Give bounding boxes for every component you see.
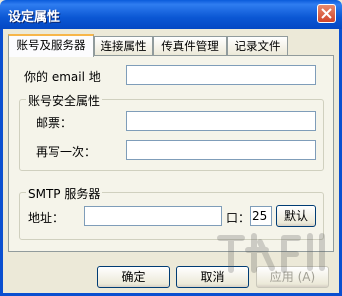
email-field[interactable]	[126, 65, 316, 85]
smtp-port-field[interactable]	[250, 206, 272, 226]
tab-label: 连接属性	[100, 39, 147, 53]
close-icon	[321, 8, 332, 19]
password-field[interactable]	[126, 111, 316, 131]
tab-fax-management[interactable]: 传真件管理	[153, 36, 227, 55]
default-port-button[interactable]: 默认	[276, 205, 316, 227]
window-title: 设定属性	[8, 10, 61, 25]
title-bar[interactable]: 设定属性	[0, 0, 342, 29]
tab-account-server[interactable]: 账号及服务器	[8, 34, 94, 57]
tab-label: 账号及服务器	[16, 38, 86, 52]
smtp-address-label: 地址：	[28, 211, 65, 225]
watermark-logo-icon	[217, 233, 325, 273]
security-group: 账号安全属性 邮票： 再写一次：	[19, 92, 324, 171]
smtp-address-field[interactable]	[84, 206, 222, 226]
confirm-password-label: 再写一次：	[36, 145, 97, 159]
tab-panel-account-server: 你的 email 地 账号安全属性 邮票： 再写一次： SMTP 服务器 地址：…	[8, 55, 334, 252]
security-group-legend: 账号安全属性	[26, 92, 103, 109]
tab-log-files[interactable]: 记录文件	[227, 36, 288, 55]
tab-label: 传真件管理	[161, 39, 219, 53]
close-button[interactable]	[317, 4, 336, 23]
password-label: 邮票：	[36, 116, 73, 130]
email-label: 你的 email 地	[24, 70, 101, 84]
confirm-password-field[interactable]	[126, 140, 316, 160]
ok-button[interactable]: 确定	[97, 266, 170, 288]
tab-label: 记录文件	[234, 39, 281, 53]
smtp-group-legend: SMTP 服务器	[26, 185, 103, 202]
window-frame-left	[0, 29, 3, 296]
smtp-port-label: 口：	[226, 211, 251, 225]
properties-dialog: 设定属性 账号及服务器 连接属性 传真件管理 记录文件 你的 email 地 账…	[0, 0, 342, 296]
tab-connection[interactable]: 连接属性	[94, 36, 153, 55]
